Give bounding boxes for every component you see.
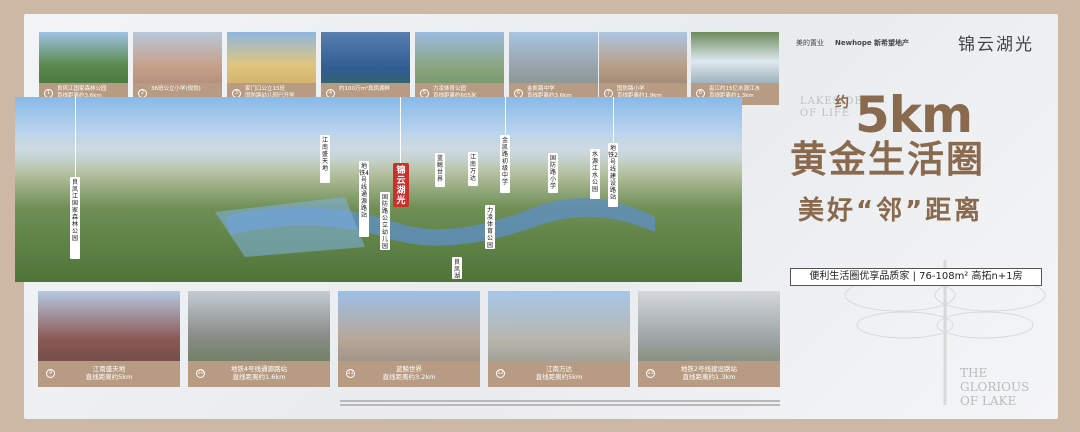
map-label: 国防路小学 [548, 153, 558, 193]
bottom-card-caption: 13 地铁2号线建设路站 直线距离约1.3km [638, 361, 780, 387]
top-card-4: 4 约100万m²良凤湖畔 [321, 32, 410, 105]
bottom-card-caption: 12 江南万达 直线距离约5km [488, 361, 630, 387]
bottom-card-caption: 11 蓝鲸世界 直线距离约3.2km [338, 361, 480, 387]
card-distance: 直线距离约1.6km [232, 373, 286, 381]
card-title: 约100万m²良凤湖畔 [339, 86, 391, 92]
project-pin: 锦云湖光 [393, 163, 409, 207]
map-label: 金凯路初级中学 [500, 135, 510, 193]
leader-line [400, 97, 401, 163]
partner-logo-1: 美的置业 [796, 39, 824, 47]
card-number: 11 [346, 369, 355, 378]
map-label: 地铁2号线建设路站 [608, 143, 618, 207]
map-label: 力凌体育公园 [485, 205, 495, 249]
project-logo: 锦云湖光 [958, 35, 1034, 55]
top-card-5: 5 力凌体育公园 直线距离约605米 [415, 32, 504, 105]
card-title: 地铁4号线通源路站 [230, 365, 288, 373]
leader-line [613, 97, 614, 143]
map-label: 江南盛天地 [320, 135, 330, 183]
top-card-6: 6 金凯路中学 直线距离约3.6km [509, 32, 598, 105]
river-shape [15, 137, 742, 257]
card-title: 蓝鲸世界 [396, 365, 422, 373]
bottom-card-caption: 9 江南盛天地 直线距离约5km [38, 361, 180, 387]
card-title: 江南万达 [546, 365, 572, 373]
card-distance: 直线距离约5km [85, 373, 133, 381]
top-card-2: 2 36班公立小学(规划) [133, 32, 222, 105]
poster-frame: 1 良风江国家森林公园 直线距离约3.6km 2 36班公立小学(规划) 3 家… [0, 0, 1080, 432]
tagline-box: 便利生活圈优享品质家 | 76-108m² 高拓n+1房 [790, 268, 1042, 286]
ghost-watermark: THE GLORIOUS OF LAKE [960, 366, 1030, 408]
bottom-card-11: 11 蓝鲸世界 直线距离约3.2km [338, 291, 480, 387]
map-label: 地铁4号线通源路站 [359, 161, 369, 237]
map-label: 良凤江国家森林公园 [70, 177, 80, 259]
bottom-card-13: 13 地铁2号线建设路站 直线距离约1.3km [638, 291, 780, 387]
card-number: 10 [196, 369, 205, 378]
card-number: 13 [646, 369, 655, 378]
top-card-8: 8 邕江约15亿水源江水 直线距离约1.3km [691, 32, 779, 105]
leader-line [75, 97, 76, 177]
aerial-panorama: 良凤江国家森林公园 江南盛天地 地铁4号线通源路站 国防路公立幼儿园 锦云湖光 … [15, 97, 742, 282]
map-label: 良凤湖 [452, 257, 462, 280]
card-title: 地铁2号线建设路站 [680, 365, 738, 373]
card-distance: 直线距离约5km [535, 373, 583, 381]
map-label: 蓝鲸世界 [435, 153, 445, 187]
approx-label: 约 [835, 95, 849, 111]
partner-logo-2: Newhope 新希望地产 [835, 39, 910, 47]
card-number: 9 [46, 369, 55, 378]
map-label: 江南万达 [468, 152, 478, 186]
bottom-card-caption: 10 地铁4号线通源路站 直线距离约1.6km [188, 361, 330, 387]
bottom-card-9: 9 江南盛天地 直线距离约5km [38, 291, 180, 387]
bottom-card-12: 12 江南万达 直线距离约5km [488, 291, 630, 387]
card-distance: 直线距离约3.2km [382, 373, 436, 381]
map-label: 国防路公立幼儿园 [380, 192, 390, 250]
top-card-1: 1 良风江国家森林公园 直线距离约3.6km [39, 32, 128, 105]
headline-line2: 美好“邻”距离 [798, 196, 984, 226]
card-number: 12 [496, 369, 505, 378]
card-title: 江南盛天地 [92, 365, 126, 373]
headline-line1: 黄金生活圈 [790, 138, 985, 181]
leader-line [505, 97, 506, 135]
map-label: 水源江水公园 [590, 149, 600, 199]
fine-print [340, 400, 780, 406]
bottom-card-10: 10 地铁4号线通源路站 直线距离约1.6km [188, 291, 330, 387]
card-distance: 直线距离约1.3km [682, 373, 736, 381]
card-title: 36班公立小学(规划) [151, 86, 201, 92]
distance-headline: 5km [855, 86, 973, 144]
top-card-3: 3 家门口公立15班 国防路幼儿园已开学 [227, 32, 316, 105]
top-card-7: 7 国防路小学 直线距离约1.9km [599, 32, 687, 105]
